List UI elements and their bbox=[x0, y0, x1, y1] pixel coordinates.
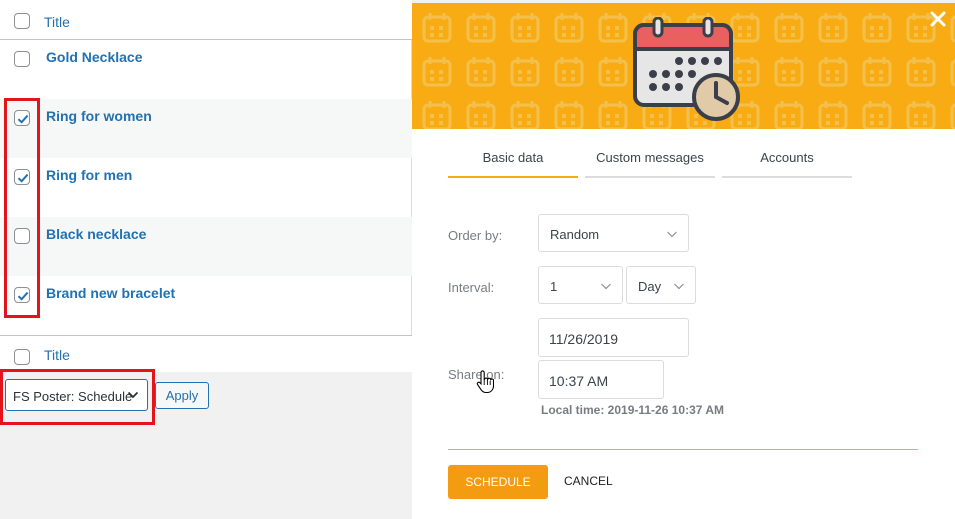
local-time-text: Local time: 2019-11-26 10:37 AM bbox=[541, 403, 724, 417]
order-by-select[interactable]: Random bbox=[538, 214, 689, 252]
share-time-input[interactable]: 10:37 AM bbox=[538, 360, 664, 399]
tab-underline bbox=[448, 176, 578, 178]
table-row: Ring for women bbox=[0, 99, 412, 158]
table-footer: Title bbox=[0, 335, 412, 372]
share-time-value: 10:37 AM bbox=[549, 373, 609, 389]
apply-button[interactable]: Apply bbox=[155, 382, 209, 409]
tab-label: Accounts bbox=[760, 150, 814, 165]
cancel-button[interactable]: CANCEL bbox=[564, 474, 613, 488]
modal-banner bbox=[412, 3, 955, 129]
row-title-link[interactable]: Ring for men bbox=[46, 167, 132, 183]
tab-custom-messages[interactable]: Custom messages bbox=[585, 150, 715, 178]
interval-value: 1 bbox=[550, 279, 558, 294]
table-row: Black necklace bbox=[0, 217, 412, 276]
row-title-link[interactable]: Black necklace bbox=[46, 226, 146, 242]
row-title-link[interactable]: Gold Necklace bbox=[46, 49, 143, 65]
chevron-down-icon bbox=[667, 231, 677, 238]
order-by-value: Random bbox=[550, 227, 600, 242]
posts-list-table: Title Gold Necklace Ring for women Ring … bbox=[0, 0, 412, 372]
share-date-value: 11/26/2019 bbox=[549, 331, 619, 347]
table-row: Ring for men bbox=[0, 158, 412, 217]
bulk-action-select[interactable]: FS Poster: Schedule bbox=[5, 379, 148, 411]
checkbox-highlight-box bbox=[4, 98, 40, 318]
tab-basic-data[interactable]: Basic data bbox=[448, 150, 578, 178]
select-all-checkbox-footer[interactable] bbox=[14, 349, 30, 365]
row-title-link[interactable]: Brand new bracelet bbox=[46, 285, 175, 301]
chevron-down-icon bbox=[674, 283, 684, 290]
interval-value-select[interactable]: 1 bbox=[538, 266, 623, 304]
chevron-down-icon bbox=[601, 283, 611, 290]
order-by-label: Order by: bbox=[448, 228, 503, 243]
tab-underline bbox=[722, 176, 852, 178]
tab-label: Custom messages bbox=[596, 150, 704, 165]
row-title-link[interactable]: Ring for women bbox=[46, 108, 152, 124]
close-icon[interactable] bbox=[930, 11, 946, 27]
row-checkbox[interactable] bbox=[14, 51, 30, 67]
hand-cursor-icon bbox=[476, 370, 494, 394]
calendar-clock-icon bbox=[633, 17, 740, 121]
table-row: Gold Necklace bbox=[0, 40, 412, 99]
column-title-footer[interactable]: Title bbox=[44, 347, 70, 363]
bulk-action-value: FS Poster: Schedule bbox=[13, 389, 133, 404]
chevron-down-icon bbox=[127, 391, 139, 399]
share-date-input[interactable]: 11/26/2019 bbox=[538, 318, 689, 357]
divider bbox=[448, 449, 918, 450]
schedule-button[interactable]: SCHEDULE bbox=[448, 465, 548, 499]
table-row: Brand new bracelet bbox=[0, 276, 412, 335]
schedule-modal: Basic data Custom messages Accounts Orde… bbox=[412, 3, 955, 519]
interval-unit-value: Day bbox=[638, 279, 662, 294]
table-header: Title bbox=[0, 0, 412, 40]
select-all-checkbox[interactable] bbox=[14, 13, 30, 29]
column-title-header[interactable]: Title bbox=[44, 14, 70, 30]
interval-unit-select[interactable]: Day bbox=[626, 266, 696, 304]
tab-label: Basic data bbox=[482, 150, 544, 165]
tab-underline bbox=[585, 176, 715, 178]
interval-label: Interval: bbox=[448, 280, 495, 295]
tab-accounts[interactable]: Accounts bbox=[722, 150, 852, 178]
